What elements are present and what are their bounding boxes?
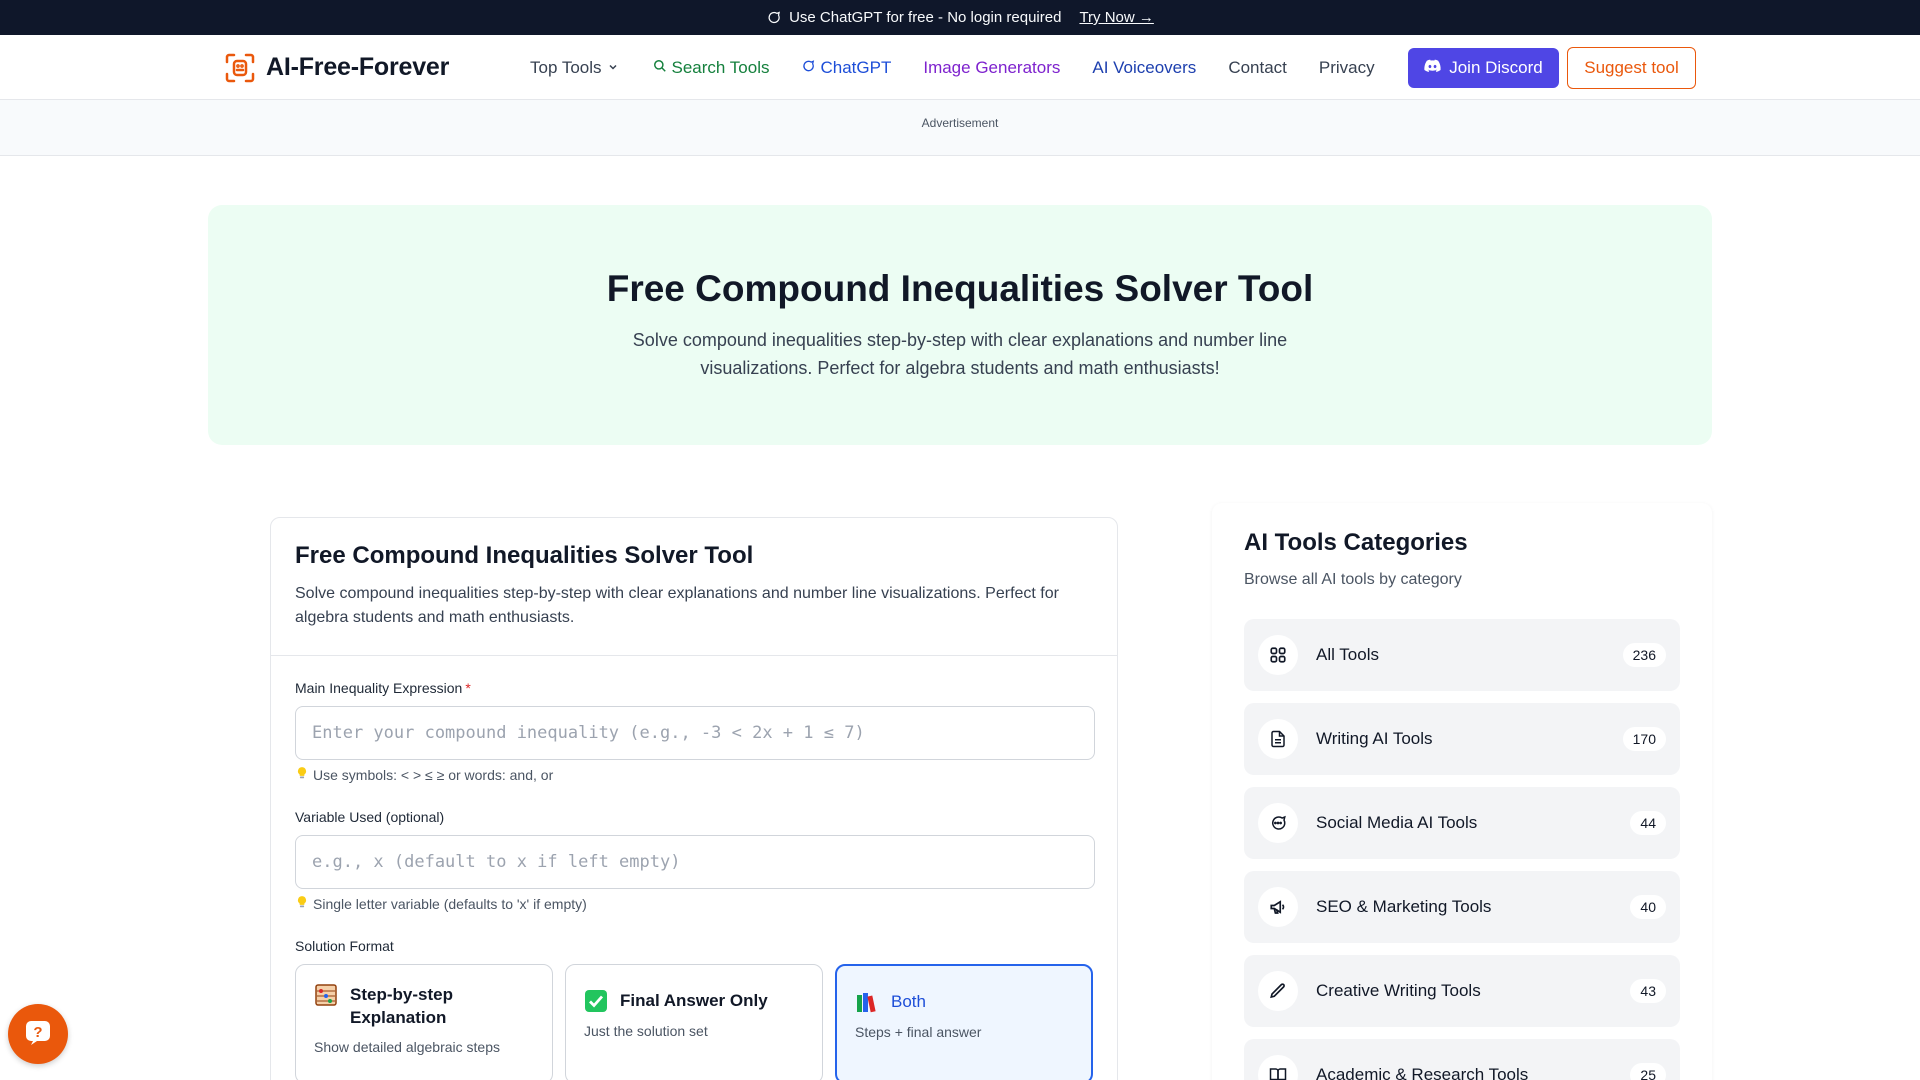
brand-logo[interactable]: AI-Free-Forever (224, 35, 449, 100)
expression-label-text: Main Inequality Expression (295, 680, 463, 696)
document-icon (1258, 719, 1298, 759)
svg-text:?: ? (33, 1024, 42, 1041)
variable-hint-text: Single letter variable (defaults to 'x' … (313, 895, 587, 912)
books-icon (855, 990, 879, 1014)
category-all-tools[interactable]: All Tools 236 (1244, 619, 1680, 691)
solver-card-header: Free Compound Inequalities Solver Tool S… (271, 518, 1117, 656)
category-writing[interactable]: Writing AI Tools 170 (1244, 703, 1680, 775)
chat-bubble-icon (766, 10, 781, 25)
expression-field: Main Inequality Expression* Use symbols:… (295, 680, 1095, 783)
navbar: AI-Free-Forever Top Tools Search Tools C… (0, 35, 1920, 100)
category-label: Creative Writing Tools (1316, 981, 1481, 1000)
discord-icon (1424, 58, 1441, 78)
grid-icon (1258, 635, 1298, 675)
category-label: All Tools (1316, 645, 1379, 664)
lightbulb-icon (295, 895, 309, 912)
abacus-icon (314, 983, 338, 1007)
hero-section: Free Compound Inequalities Solver Tool S… (208, 205, 1712, 445)
solver-description: Solve compound inequalities step-by-step… (295, 585, 1059, 626)
nav-privacy[interactable]: Privacy (1319, 58, 1375, 78)
required-mark: * (465, 680, 471, 696)
format-option-desc: Steps + final answer (855, 1024, 982, 1040)
try-now-link[interactable]: Try Now → (1079, 9, 1153, 26)
nav-chatgpt-label: ChatGPT (820, 57, 892, 77)
nav-top-tools[interactable]: Top Tools (530, 58, 619, 78)
brand-name: AI-Free-Forever (266, 53, 450, 81)
pencil-icon (1258, 971, 1298, 1011)
category-label: Writing AI Tools (1316, 729, 1433, 748)
expression-hint: Use symbols: < > ≤ ≥ or words: and, or (295, 766, 1093, 783)
nav-image-generators[interactable]: Image Generators (923, 58, 1060, 78)
categories-list: All Tools 236 Writing AI Tools 170 Socia… (1244, 619, 1680, 1080)
solution-format-field: Solution Format Step-by-step Explanation… (295, 938, 1093, 1080)
chat-bubble-icon (801, 58, 815, 78)
expression-label: Main Inequality Expression * (295, 680, 1093, 696)
categories-subtitle: Browse all AI tools by category (1244, 571, 1462, 588)
lightbulb-icon (295, 766, 309, 783)
category-count: 40 (1630, 895, 1666, 919)
expression-hint-text: Use symbols: < > ≤ ≥ or words: and, or (313, 766, 554, 783)
format-option-desc: Just the solution set (584, 1023, 708, 1039)
nav-contact[interactable]: Contact (1228, 58, 1287, 78)
help-chat-button[interactable]: ? (8, 1004, 68, 1064)
categories-sidebar: AI Tools Categories Browse all AI tools … (1212, 503, 1712, 1080)
category-social-media[interactable]: Social Media AI Tools 44 (1244, 787, 1680, 859)
category-count: 43 (1630, 979, 1666, 1003)
advertisement-slot: Advertisement (0, 100, 1920, 156)
format-option-step-by-step[interactable]: Step-by-step Explanation Show detailed a… (295, 964, 553, 1080)
promo-text: Use ChatGPT for free - No login required (789, 9, 1062, 26)
category-seo-marketing[interactable]: SEO & Marketing Tools 40 (1244, 871, 1680, 943)
advertisement-label: Advertisement (921, 116, 999, 130)
category-creative-writing[interactable]: Creative Writing Tools 43 (1244, 955, 1680, 1027)
variable-field: Variable Used (optional) Single letter v… (295, 809, 1095, 912)
categories-title: AI Tools Categories (1244, 529, 1468, 556)
nav-top-tools-label: Top Tools (530, 57, 602, 77)
suggest-tool-button[interactable]: Suggest tool (1567, 47, 1696, 89)
category-label: SEO & Marketing Tools (1316, 897, 1492, 916)
category-label: Social Media AI Tools (1316, 813, 1478, 832)
format-option-title: Step-by-step Explanation (350, 985, 453, 1027)
variable-label: Variable Used (optional) (295, 809, 445, 825)
solver-title: Free Compound Inequalities Solver Tool (295, 542, 754, 569)
nav-links: Top Tools Search Tools ChatGPT Image Gen… (530, 35, 1375, 100)
solver-form: Main Inequality Expression* Use symbols:… (271, 656, 1117, 1080)
search-icon (653, 58, 667, 78)
promo-banner: Use ChatGPT for free - No login required… (0, 0, 1920, 35)
category-count: 25 (1630, 1063, 1666, 1080)
nav-search-tools[interactable]: Search Tools (653, 57, 770, 78)
page-title: Free Compound Inequalities Solver Tool (606, 268, 1314, 309)
nav-ai-voiceovers[interactable]: AI Voiceovers (1092, 58, 1196, 78)
check-mark-icon (584, 989, 608, 1013)
nav-chatgpt[interactable]: ChatGPT (801, 58, 891, 78)
category-count: 44 (1630, 811, 1666, 835)
help-question-icon: ? (23, 1017, 53, 1052)
chat-bubble-icon (1258, 803, 1298, 843)
chevron-down-icon (607, 58, 619, 78)
variable-input[interactable] (295, 835, 1095, 889)
join-discord-button[interactable]: Join Discord (1408, 48, 1559, 88)
solver-card: Free Compound Inequalities Solver Tool S… (270, 517, 1118, 1080)
format-option-final-answer[interactable]: Final Answer Only Just the solution set (565, 964, 823, 1080)
category-academic-research[interactable]: Academic & Research Tools 25 (1244, 1039, 1680, 1080)
format-option-title: Final Answer Only (620, 991, 768, 1010)
solution-format-options: Step-by-step Explanation Show detailed a… (295, 964, 1093, 1080)
category-label: Academic & Research Tools (1316, 1065, 1529, 1080)
format-option-title: Both (891, 992, 926, 1011)
megaphone-icon (1258, 887, 1298, 927)
solution-format-label: Solution Format (295, 938, 394, 954)
page-subtitle: Solve compound inequalities step-by-step… (632, 330, 1288, 378)
brand-logo-icon (224, 52, 256, 84)
category-count: 236 (1622, 643, 1666, 667)
join-discord-label: Join Discord (1449, 58, 1543, 77)
category-count: 170 (1622, 727, 1666, 751)
format-option-both[interactable]: Both Steps + final answer (835, 964, 1093, 1080)
nav-search-tools-label: Search Tools (671, 57, 770, 77)
book-icon (1258, 1055, 1298, 1080)
inequality-expression-input[interactable] (295, 706, 1095, 760)
format-option-desc: Show detailed algebraic steps (314, 1039, 501, 1055)
variable-hint: Single letter variable (defaults to 'x' … (295, 895, 1093, 912)
